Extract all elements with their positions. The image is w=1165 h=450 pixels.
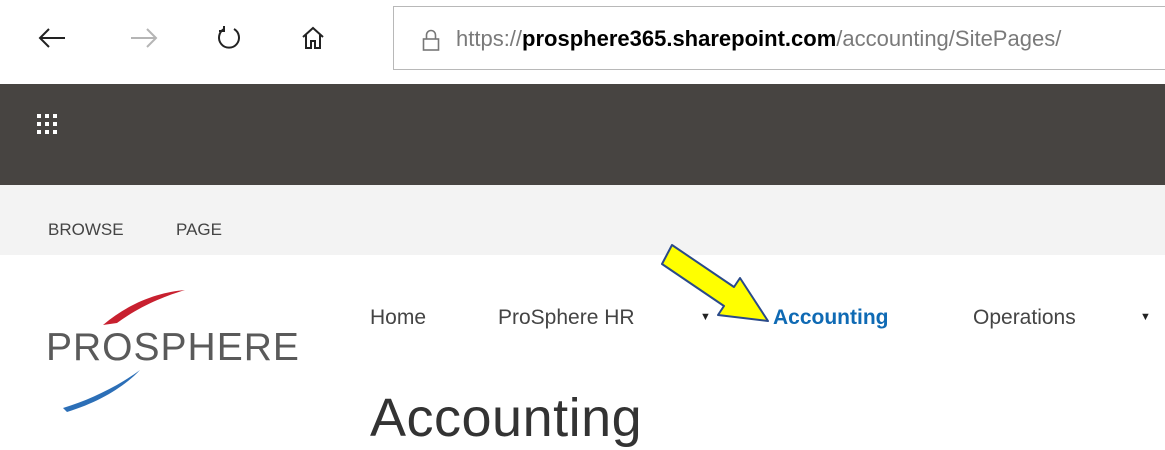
address-bar[interactable]: https://prosphere365.sharepoint.com/acco… (393, 6, 1165, 70)
nav-operations[interactable]: Operations (973, 305, 1076, 331)
forward-arrow-icon (129, 26, 159, 50)
browser-toolbar: https://prosphere365.sharepoint.com/acco… (0, 0, 1165, 84)
home-icon (300, 25, 326, 51)
url-path: /accounting/SitePages/ (836, 26, 1062, 51)
nav-accounting[interactable]: Accounting (773, 305, 889, 331)
back-button[interactable] (32, 18, 72, 58)
nav-home[interactable]: Home (370, 305, 426, 331)
tab-browse[interactable]: BROWSE (48, 220, 124, 240)
nav-prosphere-hr[interactable]: ProSphere HR (498, 305, 635, 331)
url-domain: prosphere365.sharepoint.com (522, 26, 837, 51)
url-text: https://prosphere365.sharepoint.com/acco… (456, 26, 1061, 52)
yellow-arrow-annotation-icon (650, 235, 775, 335)
back-arrow-icon (37, 26, 67, 50)
chevron-down-icon[interactable]: ▼ (1140, 311, 1151, 323)
refresh-button[interactable] (209, 18, 249, 58)
app-launcher-waffle-icon[interactable] (37, 114, 57, 139)
url-prefix: https:// (456, 26, 523, 51)
home-button[interactable] (293, 18, 333, 58)
tab-page[interactable]: PAGE (176, 220, 222, 240)
logo-text: PROSPHERE (46, 326, 300, 369)
ribbon: BROWSE PAGE (0, 185, 1165, 255)
suite-bar (0, 84, 1165, 185)
page-title: Accounting (370, 388, 643, 449)
lock-icon (422, 29, 440, 56)
refresh-icon (216, 25, 242, 51)
forward-button[interactable] (124, 18, 164, 58)
